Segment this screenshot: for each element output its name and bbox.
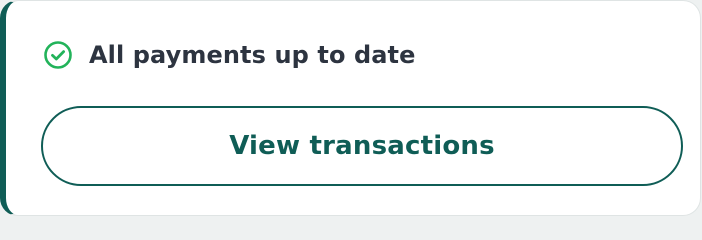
view-transactions-button[interactable]: View transactions	[41, 106, 683, 186]
view-transactions-label: View transactions	[229, 131, 495, 161]
payment-status-text: All payments up to date	[89, 41, 416, 69]
check-circle-icon	[43, 40, 73, 70]
payment-status-card: All payments up to date View transaction…	[0, 0, 701, 216]
payment-status: All payments up to date	[43, 37, 416, 73]
